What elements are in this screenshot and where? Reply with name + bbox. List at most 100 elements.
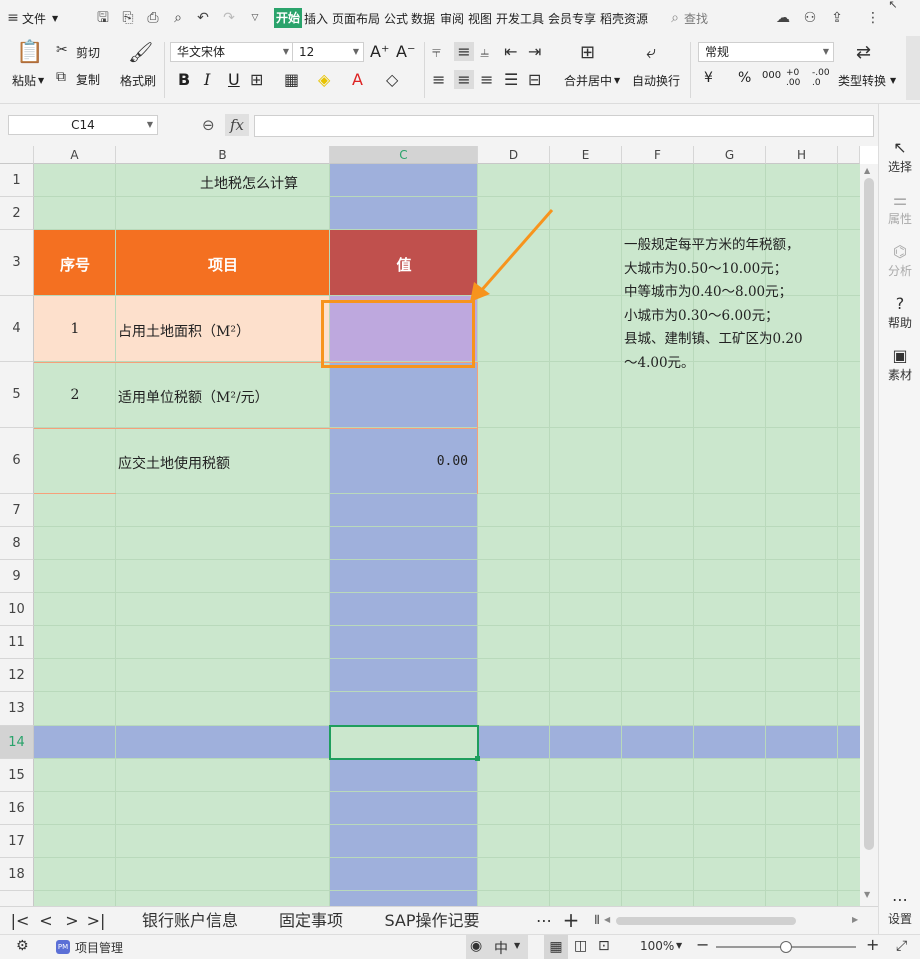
- tab-data[interactable]: 数据: [411, 10, 435, 27]
- scroll-thumb[interactable]: [864, 178, 874, 850]
- type-convert-button[interactable]: 类型转换: [838, 72, 886, 89]
- tab-docer[interactable]: 稻壳资源: [600, 10, 648, 27]
- eraser-icon[interactable]: ◇: [386, 70, 398, 89]
- select-all-corner[interactable]: [0, 146, 34, 164]
- number-format-select[interactable]: 常规 ▼: [698, 42, 834, 62]
- sheet-title[interactable]: 土地税怎么计算: [200, 173, 298, 193]
- row-1-item[interactable]: 占用土地面积（M²）: [118, 321, 250, 341]
- selected-cell-c14[interactable]: [329, 725, 479, 760]
- macro-record-icon[interactable]: ⚙: [16, 938, 29, 954]
- fill-color-icon[interactable]: ◈: [318, 70, 330, 89]
- search-box[interactable]: 查找: [684, 10, 708, 27]
- copy-button[interactable]: 复制: [76, 71, 100, 88]
- scroll-right-icon[interactable]: ▶: [852, 915, 858, 924]
- align-center-icon[interactable]: ≡: [454, 70, 474, 89]
- tax-rate-note[interactable]: 一般规定每平方米的年税额， 大城市为0.50～10.00元； 中等城市为0.40…: [624, 234, 854, 375]
- undo-icon[interactable]: ↶: [194, 9, 212, 27]
- row-3-item[interactable]: 应交土地使用税额: [118, 453, 230, 473]
- row-header-11[interactable]: 11: [0, 626, 34, 659]
- prev-sheet-icon[interactable]: <: [36, 907, 56, 934]
- indent-increase-icon[interactable]: ⇥: [528, 42, 541, 61]
- export-pdf-icon[interactable]: ⎘: [119, 9, 137, 27]
- column-header-b[interactable]: B: [116, 146, 330, 164]
- align-bottom-icon[interactable]: ⫨: [480, 42, 489, 62]
- settings-panel-button[interactable]: ⋯ 设置: [879, 890, 920, 927]
- header-item[interactable]: 项目: [116, 254, 330, 275]
- project-manage-button[interactable]: 项目管理: [75, 939, 123, 956]
- merge-center-button[interactable]: 合并居中: [564, 72, 612, 89]
- percent-button[interactable]: %: [738, 70, 751, 86]
- format-painter-button[interactable]: 格式刷: [120, 72, 156, 89]
- print-preview-icon[interactable]: ⌕: [169, 9, 187, 27]
- save-icon[interactable]: 🖫: [94, 9, 112, 27]
- formula-input[interactable]: [254, 115, 874, 137]
- row-header-19[interactable]: [0, 891, 34, 906]
- row-header-18[interactable]: 18: [0, 858, 34, 891]
- row-header-9[interactable]: 9: [0, 560, 34, 593]
- font-size-select[interactable]: 12 ▼: [292, 42, 364, 62]
- file-menu[interactable]: 文件: [22, 10, 46, 27]
- fill-format-icon[interactable]: ▦: [284, 70, 299, 89]
- row-header-6[interactable]: 6: [0, 428, 34, 494]
- more-icon[interactable]: ⋮: [864, 9, 882, 27]
- scroll-up-icon[interactable]: ▲: [864, 166, 870, 175]
- tab-view[interactable]: 视图: [468, 10, 492, 27]
- currency-button[interactable]: ¥: [704, 70, 713, 86]
- eye-icon[interactable]: ◉: [470, 938, 482, 954]
- indent-decrease-icon[interactable]: ⇤: [504, 42, 517, 61]
- add-sheet-icon[interactable]: +: [560, 907, 582, 934]
- row-header-1[interactable]: 1: [0, 164, 34, 197]
- material-panel-button[interactable]: ▣ 素材: [879, 346, 920, 383]
- tab-page-layout[interactable]: 页面布局: [332, 10, 380, 27]
- wrap-text-button[interactable]: 自动换行: [632, 72, 680, 89]
- row-header-13[interactable]: 13: [0, 692, 34, 726]
- decrease-font-button[interactable]: A⁻: [396, 42, 415, 61]
- column-header-h[interactable]: H: [766, 146, 838, 164]
- italic-button[interactable]: I: [204, 70, 210, 89]
- fullscreen-icon[interactable]: ⤢: [896, 938, 907, 954]
- spreadsheet-grid[interactable]: A B C D E F G H 1 2 3 4 5 6 7 8 9 10 11 …: [0, 146, 860, 906]
- row-header-8[interactable]: 8: [0, 527, 34, 560]
- column-header-e[interactable]: E: [550, 146, 622, 164]
- row-header-2[interactable]: 2: [0, 197, 34, 230]
- language-icon[interactable]: 中: [494, 938, 508, 958]
- bold-button[interactable]: B: [178, 70, 190, 89]
- zoom-formula-icon[interactable]: ⊖: [202, 116, 215, 134]
- select-panel-button[interactable]: ↖ 选择: [879, 138, 920, 175]
- fill-handle[interactable]: [475, 756, 480, 761]
- last-sheet-icon[interactable]: >|: [86, 907, 106, 934]
- row-header-15[interactable]: 15: [0, 759, 34, 792]
- tab-formula[interactable]: 公式: [384, 10, 408, 27]
- row-header-7[interactable]: 7: [0, 494, 34, 527]
- hamburger-icon[interactable]: ≡: [4, 9, 22, 27]
- sheet-tab-fixed[interactable]: 固定事项: [262, 907, 360, 934]
- decrease-decimal-button[interactable]: -.00 .0: [812, 68, 832, 88]
- tab-member[interactable]: 会员专享: [548, 10, 596, 27]
- row-header-17[interactable]: 17: [0, 825, 34, 858]
- horizontal-scrollbar[interactable]: ◀ ▶: [604, 915, 864, 927]
- normal-view-icon[interactable]: ▦: [544, 935, 568, 959]
- row-header-16[interactable]: 16: [0, 792, 34, 825]
- cut-button[interactable]: 剪切: [76, 44, 100, 61]
- tab-home[interactable]: 开始: [274, 8, 303, 28]
- help-panel-button[interactable]: ? 帮助: [879, 294, 920, 331]
- sheet-tab-sap[interactable]: SAP操作记要: [368, 907, 496, 934]
- row-3-value[interactable]: 0.00: [330, 454, 468, 469]
- column-header-d[interactable]: D: [478, 146, 550, 164]
- increase-font-button[interactable]: A⁺: [370, 42, 389, 61]
- next-sheet-icon[interactable]: >: [62, 907, 82, 934]
- user-icon[interactable]: ⚇: [801, 9, 819, 27]
- align-right-icon[interactable]: ≡: [480, 70, 493, 89]
- row-header-12[interactable]: 12: [0, 659, 34, 692]
- row-header-14[interactable]: 14: [0, 726, 34, 759]
- paste-button[interactable]: 粘贴: [12, 72, 36, 89]
- scroll-left-icon[interactable]: ◀: [604, 915, 610, 924]
- tab-review[interactable]: 审阅: [440, 10, 464, 27]
- ribbon-scroll[interactable]: [906, 36, 920, 100]
- print-icon[interactable]: ⎙: [144, 9, 162, 27]
- name-box[interactable]: C14 ▼: [8, 115, 158, 135]
- scroll-down-icon[interactable]: ▼: [864, 890, 870, 899]
- column-header-a[interactable]: A: [34, 146, 116, 164]
- distribute-icon[interactable]: ⊟: [528, 70, 541, 89]
- increase-decimal-button[interactable]: +0 .00: [786, 68, 806, 88]
